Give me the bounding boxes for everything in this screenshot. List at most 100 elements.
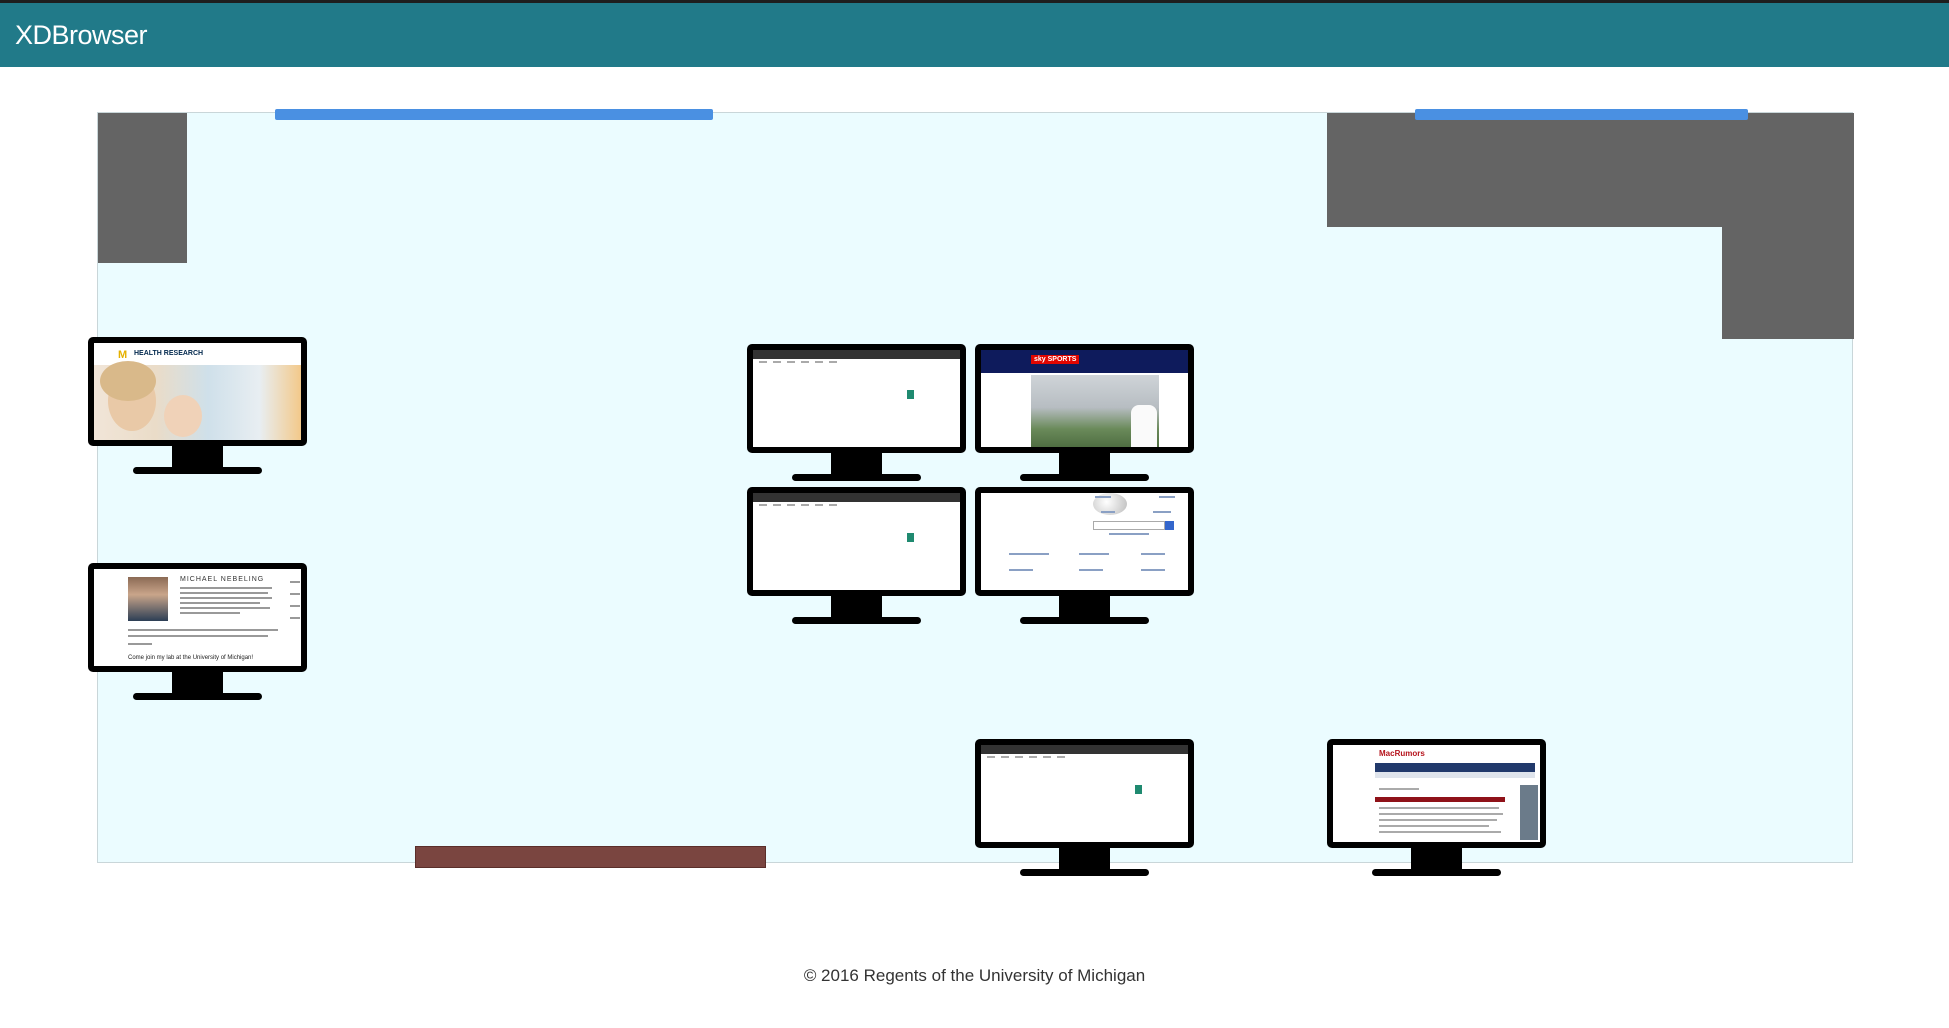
monitor-neck <box>831 453 882 476</box>
monitor-screen: bing <box>747 487 966 596</box>
bing-logo: bing <box>781 391 799 401</box>
table[interactable] <box>415 846 766 868</box>
search-input <box>1093 521 1165 530</box>
monitor-base <box>133 693 262 700</box>
site-nav-bar <box>1375 763 1535 772</box>
door-top-right[interactable] <box>1415 109 1748 120</box>
text-line <box>1379 825 1489 827</box>
site-header: sky SPORTS <box>981 350 1188 373</box>
text-line <box>180 602 260 604</box>
monitor-neck <box>831 596 882 619</box>
project-link <box>1079 553 1109 555</box>
search-icon <box>1135 785 1142 794</box>
monitor-neck <box>1059 596 1110 619</box>
site-preview-health-research: M HEALTH RESEARCH <box>94 343 301 440</box>
monitor-base <box>1020 617 1149 624</box>
monitor-screen: sky SPORTS <box>975 344 1194 453</box>
monitor-screen: bing <box>975 739 1194 848</box>
site-preview-sky-sports: sky SPORTS <box>981 350 1188 447</box>
monitor-nebeling[interactable]: MICHAEL NEBELING Come join my lab at the… <box>88 563 307 706</box>
sky-sports-logo: sky SPORTS <box>1031 355 1080 364</box>
sidebar-text <box>290 593 300 595</box>
monitor-health-research[interactable]: M HEALTH RESEARCH <box>88 337 307 480</box>
door-top-left[interactable] <box>275 109 713 120</box>
search-icon <box>1165 521 1174 530</box>
monitor-macrumors[interactable]: MacRumors <box>1327 739 1546 882</box>
bing-logo: bing <box>781 534 799 544</box>
monitor-bing-2[interactable]: bing <box>747 487 966 630</box>
text-line <box>180 597 272 599</box>
text-line <box>1379 813 1503 815</box>
headline-bar <box>1375 797 1505 802</box>
site-preview-macrumors: MacRumors <box>1333 745 1540 842</box>
text-line <box>1379 788 1419 790</box>
site-preview-nebeling: MICHAEL NEBELING Come join my lab at the… <box>94 569 301 666</box>
monitor-screen: bing <box>747 344 966 453</box>
cloud-image <box>863 402 953 428</box>
site-preview-wikipedia <box>981 493 1188 590</box>
bing-nav-bar <box>981 745 1188 758</box>
monitor-wikipedia[interactable] <box>975 487 1194 630</box>
text-line <box>128 643 152 645</box>
text-line <box>180 587 272 589</box>
cloud-image <box>863 545 953 571</box>
monitor-bing-3[interactable]: bing <box>975 739 1194 882</box>
sidebar-text <box>290 581 300 583</box>
monitor-base <box>792 617 921 624</box>
wall-right[interactable] <box>1722 227 1854 339</box>
search-input <box>807 533 907 542</box>
text-line <box>128 629 278 631</box>
project-link <box>1009 569 1033 571</box>
macrumors-logo: MacRumors <box>1379 749 1425 758</box>
site-sub-nav <box>1375 772 1535 778</box>
project-link <box>1141 569 1165 571</box>
site-preview-bing: bing <box>753 350 960 447</box>
language-button <box>1109 533 1149 535</box>
text-line <box>180 592 268 594</box>
bing-nav-bar <box>753 350 960 363</box>
monitor-bing-1[interactable]: bing <box>747 344 966 487</box>
monitor-base <box>792 474 921 481</box>
search-icon <box>907 533 914 542</box>
site-preview-bing: bing <box>981 745 1188 842</box>
text-line <box>1379 819 1497 821</box>
monitor-screen: MICHAEL NEBELING Come join my lab at the… <box>88 563 307 672</box>
monitor-neck <box>1059 453 1110 476</box>
project-link <box>1009 553 1049 555</box>
cloud-image <box>1091 797 1181 823</box>
language-link <box>1101 511 1115 513</box>
language-link <box>1153 511 1171 513</box>
bing-nav-bar <box>753 493 960 506</box>
wall-top-right[interactable] <box>1327 113 1854 227</box>
sidebar-text <box>290 605 300 607</box>
search-icon <box>907 390 914 399</box>
text-line <box>180 607 270 609</box>
monitor-sky-sports[interactable]: sky SPORTS <box>975 344 1194 487</box>
brand-title[interactable]: XDBrowser <box>15 20 148 51</box>
baby-image <box>164 395 202 437</box>
monitor-neck <box>1059 848 1110 871</box>
lab-caption: Come join my lab at the University of Mi… <box>128 655 254 661</box>
text-line <box>1379 807 1499 809</box>
monitor-screen <box>975 487 1194 596</box>
text-line <box>180 612 240 614</box>
monitor-base <box>1020 474 1149 481</box>
language-link <box>1095 496 1111 498</box>
sidebar-image <box>1520 785 1538 840</box>
sidebar-text <box>290 617 300 619</box>
monitor-neck <box>172 446 223 469</box>
navbar: XDBrowser <box>0 3 1949 67</box>
wall-top-left[interactable] <box>98 113 187 263</box>
project-link <box>1079 569 1103 571</box>
monitor-neck <box>172 672 223 695</box>
monitor-screen: M HEALTH RESEARCH <box>88 337 307 446</box>
monitor-base <box>133 467 262 474</box>
hero-photo <box>94 361 301 440</box>
avatar <box>128 577 168 621</box>
text-line <box>1379 831 1501 833</box>
monitor-base <box>1372 869 1501 876</box>
site-preview-bing: bing <box>753 493 960 590</box>
site-header: MacRumors <box>1333 745 1540 763</box>
woman-hair-image <box>100 361 156 401</box>
search-input <box>1035 785 1135 794</box>
